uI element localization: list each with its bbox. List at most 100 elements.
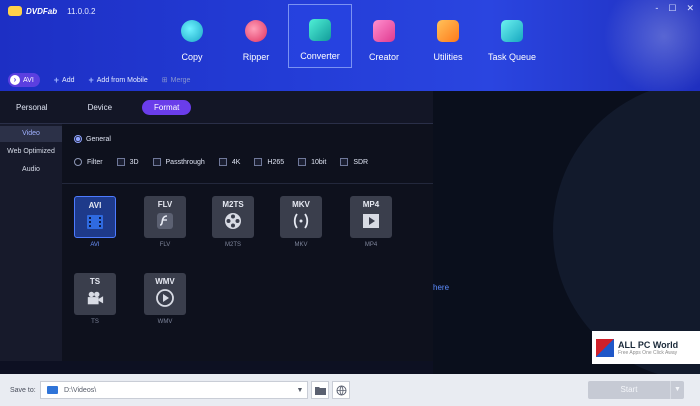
merge-label: Merge	[170, 76, 191, 84]
tab-format[interactable]: Format	[142, 99, 192, 115]
filter-sdr[interactable]: SDR	[340, 158, 368, 166]
logo-mark-icon	[8, 6, 22, 16]
watermark-sub: Free Apps One Click Away	[618, 349, 678, 356]
nav-label: Utilities	[433, 52, 463, 62]
nav-utilities[interactable]: Utilities	[416, 4, 480, 68]
flash-icon	[156, 212, 174, 230]
format-label: MKV	[294, 242, 308, 248]
format-label: M2TS	[224, 242, 241, 248]
filter-h265[interactable]: H265	[254, 158, 284, 166]
category-list: Video Web Optimized Audio	[0, 124, 62, 361]
general-label: General	[86, 135, 111, 143]
plus-icon: +	[88, 75, 94, 85]
category-audio[interactable]: Audio	[0, 162, 62, 178]
format-tile: WMV	[144, 273, 186, 315]
format-label: WMV	[157, 319, 173, 325]
watermark-logo-icon	[596, 338, 614, 357]
plus-icon: +	[53, 75, 60, 85]
nav-task-queue[interactable]: Task Queue	[480, 4, 544, 68]
filter-passthrough[interactable]: Passthrough	[152, 158, 205, 166]
filter-option[interactable]: Filter	[74, 158, 103, 166]
checkbox-icon[interactable]	[254, 158, 263, 166]
web-button[interactable]	[332, 381, 350, 399]
add-button[interactable]: + Add	[54, 75, 75, 85]
format-title: M2TS	[222, 200, 244, 209]
save-path-value: D:\Videos\	[64, 386, 97, 394]
format-tile: TS	[74, 273, 116, 315]
save-path-field[interactable]: D:\Videos\ ▼	[40, 381, 308, 399]
format-content: General Filter 3D Passthrough 4K H265 10…	[62, 124, 433, 361]
format-label: TS	[91, 319, 99, 325]
filter-10bit[interactable]: 10bit	[298, 158, 326, 166]
nav-label: Ripper	[242, 52, 270, 62]
add-from-mobile-button[interactable]: + Add from Mobile	[89, 75, 148, 85]
filter-sdr-label: SDR	[353, 158, 369, 166]
format-title: TS	[89, 277, 101, 286]
format-title: MKV	[292, 200, 310, 209]
close-icon[interactable]: ✕	[686, 3, 694, 14]
maximize-icon[interactable]: ☐	[668, 3, 676, 14]
app-version: 11.0.0.2	[67, 6, 96, 16]
filter-10bit-label: 10bit	[311, 158, 327, 166]
nav-copy[interactable]: Copy	[160, 4, 224, 68]
globe-icon	[336, 385, 346, 395]
folder-open-icon	[314, 386, 326, 395]
tab-personal[interactable]: Personal	[16, 103, 48, 112]
format-title: AVI	[88, 201, 102, 210]
filter-h265-label: H265	[267, 158, 285, 166]
format-tile: M2TS	[212, 196, 254, 238]
general-option[interactable]: General	[74, 132, 433, 146]
merge-button[interactable]: ⊞ Merge	[162, 76, 191, 85]
logo-text: DVDFab	[26, 6, 58, 16]
format-label: FLV	[159, 242, 171, 248]
category-video[interactable]: Video	[0, 126, 62, 142]
here-link[interactable]: here	[433, 283, 449, 292]
header-bar: DVDFab 11.0.0.2 - ☐ ✕ Copy Ripper Conver…	[0, 0, 700, 91]
creator-icon	[373, 20, 395, 42]
format-tile: MP4	[350, 196, 392, 238]
start-button[interactable]: Start	[588, 381, 670, 399]
nav-converter[interactable]: Converter	[288, 4, 352, 68]
format-flv[interactable]: FLV FLV	[144, 196, 186, 248]
folder-icon	[47, 386, 58, 394]
format-wmv[interactable]: WMV WMV	[144, 273, 186, 325]
reel-icon	[224, 212, 242, 230]
save-to-label: Save to:	[10, 386, 36, 394]
window-controls: - ☐ ✕	[655, 3, 694, 14]
filter-4k-label: 4K	[231, 158, 241, 166]
format-mkv[interactable]: MKV MKV	[280, 196, 322, 248]
nav-label: Task Queue	[487, 52, 537, 62]
watermark-text: ALL PC World Free Apps One Click Away	[618, 340, 678, 356]
format-ts[interactable]: TS TS	[74, 273, 116, 325]
format-title: MP4	[362, 200, 380, 209]
radio-checked-icon[interactable]	[74, 135, 82, 143]
checkbox-icon[interactable]	[298, 158, 307, 166]
category-web-optimized[interactable]: Web Optimized	[0, 144, 62, 160]
play-icon: ›	[10, 75, 20, 85]
format-m2ts[interactable]: M2TS M2TS	[212, 196, 254, 248]
ripper-icon	[245, 20, 267, 42]
filter-3d[interactable]: 3D	[116, 158, 139, 166]
checkbox-icon[interactable]	[340, 158, 349, 166]
start-button-group: Start ▼	[588, 381, 684, 399]
format-pill-label: AVI	[23, 76, 34, 84]
browse-folder-button[interactable]	[311, 381, 329, 399]
radio-icon[interactable]	[74, 158, 82, 166]
nav-ripper[interactable]: Ripper	[224, 4, 288, 68]
checkbox-icon[interactable]	[116, 158, 125, 166]
format-mp4[interactable]: MP4 MP4	[350, 196, 392, 248]
camera-icon	[86, 289, 104, 307]
chevron-down-icon[interactable]: ▼	[293, 387, 307, 394]
nav-creator[interactable]: Creator	[352, 4, 416, 68]
minimize-icon[interactable]: -	[655, 3, 658, 14]
checkbox-icon[interactable]	[218, 158, 227, 166]
copy-icon	[181, 20, 203, 42]
watermark-title: ALL PC World	[618, 339, 679, 350]
tab-device[interactable]: Device	[88, 103, 112, 112]
start-dropdown-icon[interactable]: ▼	[670, 381, 684, 399]
checkbox-icon[interactable]	[152, 158, 161, 166]
filter-4k[interactable]: 4K	[218, 158, 241, 166]
nav-label: Creator	[368, 52, 399, 62]
format-avi[interactable]: AVI AVI	[74, 196, 116, 248]
format-pill[interactable]: › AVI	[8, 73, 40, 87]
